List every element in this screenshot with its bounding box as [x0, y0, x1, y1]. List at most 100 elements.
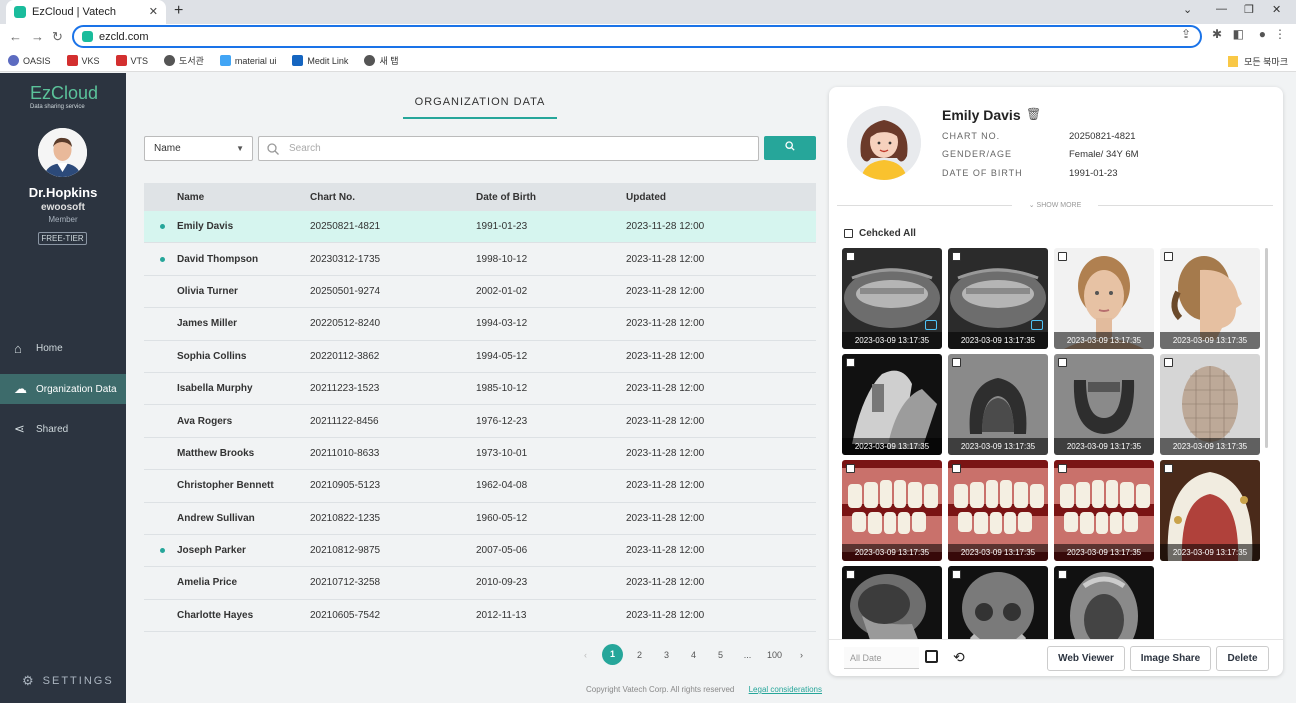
image-thumbnail-lower-arch-model[interactable]: 2023-03-09 13:17:35: [1054, 354, 1154, 455]
side-panel-icon[interactable]: ◧: [1233, 27, 1244, 41]
close-tab-icon[interactable]: ✕: [149, 5, 158, 18]
settings-button[interactable]: ⚙ SETTINGS: [22, 673, 114, 689]
image-thumbnail-pa-ceph-xray[interactable]: [948, 566, 1048, 639]
window-close-icon[interactable]: ✕: [1272, 3, 1281, 16]
page-100[interactable]: 100: [761, 650, 788, 660]
comment-icon[interactable]: [1031, 320, 1043, 330]
comment-icon[interactable]: [925, 320, 937, 330]
table-row[interactable]: Sophia Collins 20220112-3862 1994-05-12 202…: [144, 341, 816, 373]
image-checkbox[interactable]: [952, 358, 961, 367]
image-checkbox[interactable]: [952, 464, 961, 473]
image-checkbox[interactable]: [952, 252, 961, 261]
page-1[interactable]: 1: [602, 644, 623, 665]
table-row[interactable]: Amelia Price 20210712-3258 2010-09-23 2023-…: [144, 567, 816, 600]
web-viewer-button[interactable]: Web Viewer: [1047, 646, 1125, 671]
sidebar-item-organization-data[interactable]: ☁ Organization Data: [0, 374, 126, 404]
image-checkbox[interactable]: [846, 464, 855, 473]
check-all-checkbox[interactable]: [844, 229, 853, 238]
profile-icon[interactable]: ●: [1259, 27, 1266, 41]
search-input[interactable]: [289, 143, 729, 154]
page-2[interactable]: 2: [626, 650, 653, 660]
url-input[interactable]: [99, 30, 999, 43]
image-checkbox[interactable]: [1164, 252, 1173, 261]
table-row[interactable]: David Thompson 20230312-1735 1998-10-12 202…: [144, 243, 816, 276]
image-checkbox[interactable]: [846, 252, 855, 261]
reset-icon[interactable]: ⟲: [953, 649, 965, 666]
table-row[interactable]: Ava Rogers 20211122-8456 1976-12-23 2023-11…: [144, 405, 816, 438]
sidebar-item-home[interactable]: ⌂ Home: [0, 333, 126, 363]
calendar-icon[interactable]: [925, 650, 938, 663]
restore-icon[interactable]: ❐: [1244, 3, 1254, 16]
image-thumbnail-occlusal-photo[interactable]: 2023-03-09 13:17:35: [1160, 460, 1260, 561]
back-icon[interactable]: ←: [9, 29, 22, 44]
page-5[interactable]: 5: [707, 650, 734, 660]
bookmark-material-ui[interactable]: material ui: [219, 55, 276, 66]
forward-icon[interactable]: →: [31, 29, 44, 44]
image-checkbox[interactable]: [1058, 570, 1067, 579]
page-3[interactable]: 3: [653, 650, 680, 660]
table-row[interactable]: Matthew Brooks 20211010-8633 1973-10-01 202…: [144, 438, 816, 471]
column-header-dob[interactable]: Date of Birth: [476, 192, 626, 203]
image-thumbnail-intraoral-photo[interactable]: 2023-03-09 13:17:35: [842, 460, 942, 561]
new-tab-icon[interactable]: +: [174, 2, 183, 20]
image-thumbnail-lateral-ceph-xray[interactable]: [842, 566, 942, 639]
column-header-chart[interactable]: Chart No.: [310, 192, 476, 203]
table-row[interactable]: James Miller 20220512-8240 1994-03-12 2023-…: [144, 308, 816, 341]
share-page-icon[interactable]: ⇪: [1181, 27, 1191, 41]
table-row[interactable]: Joseph Parker 20210812-9875 2007-05-06 2023…: [144, 535, 816, 568]
image-thumbnail-face-front-photo[interactable]: 2023-03-09 13:17:35: [1054, 248, 1154, 349]
image-thumbnail-smv-xray[interactable]: [1054, 566, 1154, 639]
image-thumbnail-face-3d-mesh[interactable]: 2023-03-09 13:17:35: [1160, 354, 1260, 455]
search-button[interactable]: [764, 136, 816, 160]
reload-icon[interactable]: ↻: [52, 29, 63, 45]
image-thumbnail-intraoral-photo[interactable]: 2023-03-09 13:17:35: [948, 460, 1048, 561]
search-filter-select[interactable]: Name ▼: [144, 136, 253, 161]
column-header-name[interactable]: Name: [144, 192, 310, 203]
table-row[interactable]: Christopher Bennett 20210905-5123 1962-04-…: [144, 470, 816, 503]
image-checkbox[interactable]: [1058, 464, 1067, 473]
image-checkbox[interactable]: [952, 570, 961, 579]
bookmark-new-tab[interactable]: 새 탭: [364, 54, 399, 67]
bookmark-vks[interactable]: VKS: [66, 55, 100, 66]
image-thumbnail-upper-arch-model[interactable]: 2023-03-09 13:17:35: [948, 354, 1048, 455]
url-field[interactable]: [72, 25, 1202, 48]
column-header-updated[interactable]: Updated: [626, 192, 776, 203]
image-checkbox[interactable]: [846, 358, 855, 367]
minimize-icon[interactable]: —: [1216, 3, 1227, 15]
all-bookmarks[interactable]: 모든 북마크: [1228, 55, 1288, 68]
trash-icon[interactable]: 🗑: [1026, 107, 1041, 121]
page-4[interactable]: 4: [680, 650, 707, 660]
prev-page-icon[interactable]: ‹: [572, 650, 599, 660]
image-checkbox[interactable]: [1058, 358, 1067, 367]
browser-tab[interactable]: EzCloud | Vatech ✕: [6, 0, 166, 24]
show-more-button[interactable]: ⌄ SHOW MORE: [837, 201, 1273, 209]
image-checkbox[interactable]: [1058, 252, 1067, 261]
bookmark-oasis[interactable]: OASIS: [8, 55, 51, 66]
extensions-icon[interactable]: ✱: [1212, 27, 1222, 41]
table-row[interactable]: Isabella Murphy 20211223-1523 1985-10-12 20…: [144, 373, 816, 406]
legal-link[interactable]: Legal considerations: [749, 685, 822, 694]
image-thumbnail-panoramic-xray[interactable]: 2023-03-09 13:17:35: [842, 248, 942, 349]
delete-button[interactable]: Delete: [1216, 646, 1269, 671]
gallery-scrollbar[interactable]: [1265, 248, 1268, 448]
sidebar-item-shared[interactable]: ⋖ Shared: [0, 414, 126, 444]
image-checkbox[interactable]: [846, 570, 855, 579]
bookmark-medit-link[interactable]: Medit Link: [292, 55, 348, 66]
check-all[interactable]: Cehcked All: [844, 228, 916, 239]
table-row[interactable]: Emily Davis 20250821-4821 1991-01-23 2023-1…: [144, 211, 816, 244]
image-share-button[interactable]: Image Share: [1130, 646, 1211, 671]
image-thumbnail-face-side-photo[interactable]: 2023-03-09 13:17:35: [1160, 248, 1260, 349]
image-thumbnail-intraoral-photo[interactable]: 2023-03-09 13:17:35: [1054, 460, 1154, 561]
image-checkbox[interactable]: [1164, 358, 1173, 367]
bookmark-vts[interactable]: VTS: [115, 55, 148, 66]
search-field[interactable]: [258, 136, 759, 161]
next-page-icon[interactable]: ›: [788, 650, 815, 660]
image-thumbnail-panoramic-xray[interactable]: 2023-03-09 13:17:35: [948, 248, 1048, 349]
image-checkbox[interactable]: [1164, 464, 1173, 473]
table-row[interactable]: Olivia Turner 20250501-9274 2002-01-02 2023…: [144, 276, 816, 309]
chevron-down-icon[interactable]: ⌄: [1183, 3, 1192, 16]
date-filter-field[interactable]: All Date: [844, 647, 919, 669]
table-row[interactable]: Charlotte Hayes 20210605-7542 2012-11-13 20…: [144, 600, 816, 633]
bookmark-library[interactable]: 도서관: [164, 54, 204, 67]
image-thumbnail-intraoral-xray[interactable]: 2023-03-09 13:17:35: [842, 354, 942, 455]
